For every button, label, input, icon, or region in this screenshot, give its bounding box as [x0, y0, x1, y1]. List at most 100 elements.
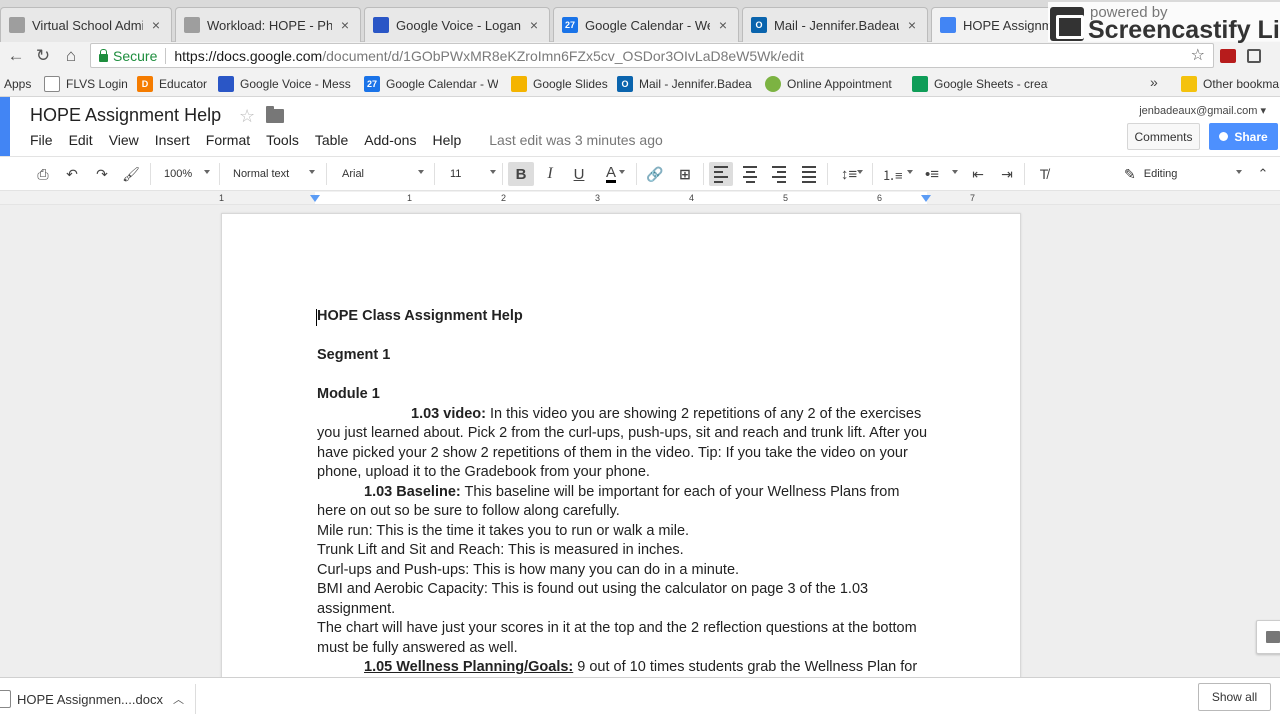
reload-icon[interactable]: ↻ — [32, 45, 54, 67]
menu-help[interactable]: Help — [424, 132, 469, 148]
bookmark-other-bookmarks[interactable]: Other bookma — [1181, 74, 1280, 94]
menu-edit[interactable]: Edit — [61, 132, 101, 148]
browser-tab-google-voice[interactable]: Google Voice - Logan Sw × — [364, 7, 550, 42]
bookmark-google-voice[interactable]: Google Voice - Mess — [218, 74, 352, 94]
browser-tab-workload[interactable]: Workload: HOPE - Physic × — [175, 7, 361, 42]
collapse-menu-icon[interactable]: ⌃ — [1252, 162, 1274, 186]
last-edit-status[interactable]: Last edit was 3 minutes ago — [469, 132, 663, 148]
menu-view[interactable]: View — [101, 132, 147, 148]
calendar-icon: 27 — [562, 17, 578, 33]
screencastify-extension-icon[interactable] — [1220, 49, 1236, 63]
paint-format-icon[interactable]: 🖌 — [120, 162, 142, 186]
bookmarks-overflow-chevron-icon[interactable]: » — [1150, 74, 1158, 90]
back-arrow-icon[interactable]: ← — [5, 45, 27, 67]
add-comment-side-icon[interactable] — [1256, 620, 1280, 654]
mile-run-text: Mile run: This is the time it takes you … — [317, 522, 690, 539]
bulleted-list-icon[interactable]: •≡ — [922, 162, 960, 186]
menu-format[interactable]: Format — [198, 132, 258, 148]
move-to-folder-icon[interactable] — [266, 106, 284, 123]
bookmark-label: Online Appointment — [787, 77, 892, 91]
bookmark-mail[interactable]: O Mail - Jennifer.Badea — [617, 74, 753, 94]
zoom-select[interactable]: 100% — [158, 162, 212, 186]
document-page[interactable]: HOPE Class Assignment Help Segment 1 Mod… — [221, 213, 1021, 677]
redo-icon[interactable]: ↷ — [91, 162, 113, 186]
bookmark-flvs-login[interactable]: FLVS Login — [44, 74, 128, 94]
align-right-button[interactable] — [768, 162, 790, 186]
bookmark-google-calendar[interactable]: 27 Google Calendar - W — [364, 74, 498, 94]
close-icon[interactable]: × — [905, 17, 919, 33]
browser-tab-google-calendar[interactable]: 27 Google Calendar - Week × — [553, 7, 739, 42]
bookmark-online-appointment[interactable]: Online Appointment — [765, 74, 892, 94]
wellness-label: 1.05 Wellness Planning/Goals: — [364, 659, 574, 675]
star-icon[interactable]: ☆ — [239, 106, 255, 127]
bold-button[interactable]: B — [508, 162, 534, 186]
align-left-button[interactable] — [709, 162, 733, 186]
home-icon[interactable]: ⌂ — [60, 45, 82, 67]
page-icon — [44, 76, 60, 92]
chevron-up-icon[interactable]: ︿ — [173, 691, 184, 707]
right-indent-marker[interactable] — [921, 195, 931, 202]
caret-down-icon — [418, 170, 424, 174]
close-icon[interactable]: × — [338, 17, 352, 33]
paragraph-style-select[interactable]: Normal text — [227, 162, 317, 186]
tab-title: Workload: HOPE - Physic — [207, 17, 332, 33]
editing-mode-select[interactable]: ✎ Editing — [1120, 162, 1244, 186]
ruler[interactable]: 1 1 2 3 4 5 6 7 — [0, 191, 1280, 205]
italic-button[interactable]: I — [538, 162, 562, 186]
address-bar[interactable]: Secure https://docs.google.com/document/… — [90, 43, 1214, 68]
increase-indent-icon[interactable]: ⇥ — [996, 162, 1018, 186]
bookmark-label: Apps — [4, 77, 32, 91]
close-icon[interactable]: × — [527, 17, 541, 33]
caret-down-icon — [907, 170, 913, 174]
line-spacing-icon[interactable]: ↕≡ — [833, 162, 865, 186]
menu-tools[interactable]: Tools — [258, 132, 307, 148]
comments-button[interactable]: Comments — [1127, 123, 1200, 150]
menu-insert[interactable]: Insert — [147, 132, 198, 148]
underline-button[interactable]: U — [567, 162, 591, 186]
align-center-button[interactable] — [739, 162, 761, 186]
module-heading: Module 1 — [317, 386, 380, 402]
browser-tab-strip: Virtual School Administra × Workload: HO… — [0, 0, 1280, 44]
pencil-icon: ✎ — [1124, 165, 1136, 182]
left-indent-marker[interactable] — [310, 195, 320, 202]
close-icon[interactable]: × — [716, 17, 730, 33]
menu-add-ons[interactable]: Add-ons — [356, 132, 424, 148]
tab-title: Virtual School Administra — [32, 17, 143, 33]
chevron-down-icon: ▾ — [1260, 105, 1266, 117]
share-button[interactable]: Share — [1209, 123, 1278, 150]
document-canvas: HOPE Class Assignment Help Segment 1 Mod… — [0, 205, 1280, 677]
browser-tab-virtual-school[interactable]: Virtual School Administra × — [0, 7, 172, 42]
docs-logo-icon[interactable] — [0, 97, 10, 156]
lock-icon — [99, 48, 108, 62]
font-select[interactable]: Arial — [334, 162, 426, 186]
numbered-list-icon[interactable]: ⒈≡ — [879, 162, 915, 186]
bookmark-google-slides[interactable]: Google Slides — [511, 74, 608, 94]
insert-link-icon[interactable]: 🔗 — [644, 162, 666, 186]
text-cursor — [316, 309, 317, 326]
decrease-indent-icon[interactable]: ⇤ — [967, 162, 989, 186]
toolbar-divider — [150, 163, 151, 185]
add-comment-icon[interactable]: ⊞ — [674, 162, 696, 186]
text-color-button[interactable]: A — [595, 162, 627, 186]
bookmark-google-sheets[interactable]: Google Sheets - creat — [912, 74, 1048, 94]
browser-tab-mail[interactable]: O Mail - Jennifer.Badeaux@ × — [742, 7, 928, 42]
docs-header: HOPE Assignment Help ☆ File Edit View In… — [0, 97, 1280, 156]
bookmark-star-icon[interactable]: ☆ — [1191, 45, 1205, 65]
close-icon[interactable]: × — [149, 17, 163, 33]
document-title[interactable]: HOPE Assignment Help — [30, 105, 221, 126]
menu-file[interactable]: File — [22, 132, 61, 148]
print-icon[interactable]: ⎙ — [32, 162, 54, 186]
undo-icon[interactable]: ↶ — [61, 162, 83, 186]
clear-formatting-icon[interactable]: T̸ — [1033, 162, 1055, 186]
account-email[interactable]: jenbadeaux@gmail.com ▾ — [1139, 104, 1266, 117]
bookmark-educator[interactable]: D Educator — [137, 74, 207, 94]
extension-icon[interactable] — [1247, 49, 1261, 63]
document-body[interactable]: HOPE Class Assignment Help Segment 1 Mod… — [316, 307, 932, 677]
bookmark-apps[interactable]: Apps — [4, 74, 31, 94]
font-size-select[interactable]: 11 — [442, 162, 498, 186]
justify-button[interactable] — [798, 162, 820, 186]
menu-table[interactable]: Table — [307, 132, 356, 148]
show-all-button[interactable]: Show all — [1198, 683, 1271, 711]
outlook-icon: O — [617, 76, 633, 92]
download-item[interactable]: HOPE Assignmen....docx ︿ — [0, 684, 196, 714]
